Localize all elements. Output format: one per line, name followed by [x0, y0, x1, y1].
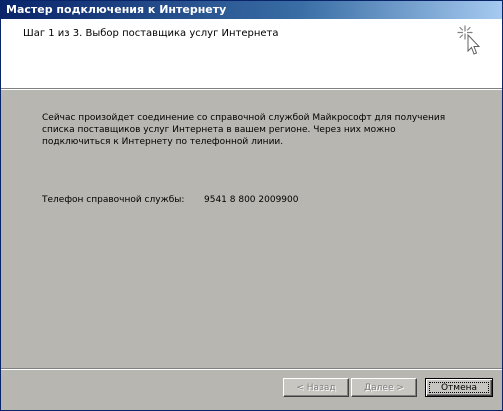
cancel-button[interactable]: Отмена — [425, 378, 493, 397]
next-button[interactable]: Далее > — [351, 378, 417, 397]
back-button[interactable]: < Назад — [283, 378, 349, 397]
wizard-window: Мастер подключения к Интернету Шаг 1 из … — [0, 0, 503, 411]
next-button-label: Далее > — [364, 383, 404, 393]
back-button-label: < Назад — [296, 383, 336, 393]
cancel-button-label: Отмена — [440, 383, 478, 393]
button-separator — [1, 368, 502, 370]
title-bar[interactable]: Мастер подключения к Интернету — [1, 1, 502, 19]
wizard-wand-icon — [457, 25, 481, 55]
header-divider — [1, 89, 502, 90]
window-title: Мастер подключения к Интернету — [6, 3, 227, 16]
description-text: Сейчас произойдет соединение со справочн… — [42, 113, 446, 147]
wizard-header: Шаг 1 из 3. Выбор поставщика услуг Интер… — [1, 19, 502, 89]
phone-value: 9541 8 800 2009900 — [204, 195, 299, 205]
phone-label: Телефон справочной службы: — [42, 195, 185, 205]
step-title: Шаг 1 из 3. Выбор поставщика услуг Интер… — [23, 28, 279, 39]
